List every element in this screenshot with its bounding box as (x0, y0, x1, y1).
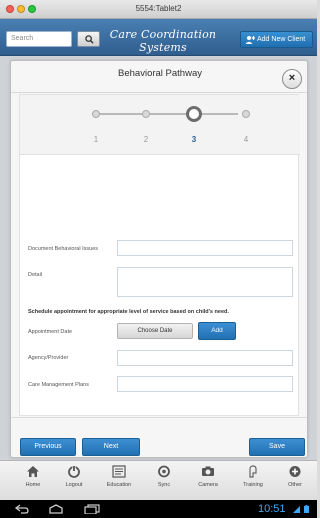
care-plans-field[interactable] (117, 376, 293, 392)
appointment-date-label: Appointment Date (28, 329, 73, 335)
step-dot-2[interactable] (142, 110, 150, 118)
back-icon[interactable] (15, 504, 29, 514)
tab-other-label: Other (288, 482, 302, 488)
add-new-client-label: Add New Client (257, 36, 306, 43)
document-issues-field[interactable] (117, 240, 293, 256)
window-title-bar: 5554:Tablet2 (0, 0, 317, 19)
tab-home-label: Home (25, 482, 41, 488)
camera-icon (202, 466, 214, 476)
tab-camera[interactable]: Camera (190, 465, 226, 488)
tab-training[interactable]: Training (235, 465, 271, 488)
step-label-2: 2 (143, 135, 149, 144)
step-dot-1[interactable] (92, 110, 100, 118)
brand-name: Care Coordination Systems (109, 28, 217, 54)
app-header: Search Care Coordination Systems Last Sy… (0, 19, 317, 60)
search-button[interactable] (77, 31, 100, 47)
add-user-icon (245, 36, 255, 44)
step-dot-3-active[interactable] (186, 106, 202, 122)
power-icon (68, 465, 80, 478)
tab-camera-label: Camera (198, 482, 218, 488)
close-button[interactable]: × (282, 69, 302, 89)
sync-icon (158, 465, 170, 478)
signal-battery-icon (293, 505, 309, 513)
system-clock: 10:51 (258, 503, 286, 515)
care-plans-label: Care Management Plans (28, 382, 89, 388)
add-appointment-button[interactable]: Add (198, 322, 236, 340)
tab-education[interactable]: Education (101, 465, 137, 488)
previous-button[interactable]: Previous (20, 438, 76, 456)
step-dot-4[interactable] (242, 110, 250, 118)
behavioral-pathway-dialog: Behavioral Pathway × 1 2 3 4 Document Be… (10, 60, 308, 458)
system-nav-bar: 10:51 (0, 500, 317, 518)
choose-date-button[interactable]: Choose Date (117, 323, 193, 339)
add-new-client-button[interactable]: Add New Client (240, 31, 313, 48)
window-title: 5554:Tablet2 (135, 4, 182, 13)
tab-sync-label: Sync (157, 482, 171, 488)
tab-other[interactable]: Other (277, 465, 313, 488)
document-issues-label: Document Behavioral Issues (28, 246, 99, 252)
step-label-4: 4 (243, 135, 249, 144)
training-icon (249, 465, 257, 478)
detail-label: Detail (28, 272, 43, 278)
home-nav-icon[interactable] (48, 504, 64, 514)
title-divider (11, 92, 307, 93)
pathway-form: 1 2 3 4 Document Behavioral Issues Detai… (19, 94, 300, 416)
step-label-3: 3 (191, 135, 197, 144)
agency-provider-field[interactable] (117, 350, 293, 366)
schedule-note: Schedule appointment for appropriate lev… (28, 309, 229, 315)
search-input[interactable]: Search (6, 31, 72, 47)
tab-logout-label: Logout (65, 482, 83, 488)
step-label-1: 1 (93, 135, 99, 144)
home-icon (27, 466, 39, 477)
detail-field[interactable] (117, 267, 293, 297)
tab-training-label: Training (243, 482, 263, 488)
education-icon (112, 465, 126, 478)
step-indicator: 1 2 3 4 (20, 95, 300, 155)
recent-apps-icon[interactable] (84, 504, 100, 514)
tab-logout[interactable]: Logout (56, 465, 92, 488)
next-button[interactable]: Next (82, 438, 140, 456)
bottom-tab-bar: Home Logout Education Sync Camera Traini… (0, 460, 317, 500)
tab-education-label: Education (106, 482, 132, 488)
search-icon (85, 35, 94, 44)
dialog-title: Behavioral Pathway (118, 68, 202, 79)
footer-divider (11, 417, 307, 418)
step-track (92, 113, 238, 115)
agency-provider-label: Agency/Provider (28, 355, 69, 361)
save-button[interactable]: Save (249, 438, 305, 456)
tab-home[interactable]: Home (15, 465, 51, 488)
tab-sync[interactable]: Sync (146, 465, 182, 488)
plus-icon (289, 466, 301, 477)
